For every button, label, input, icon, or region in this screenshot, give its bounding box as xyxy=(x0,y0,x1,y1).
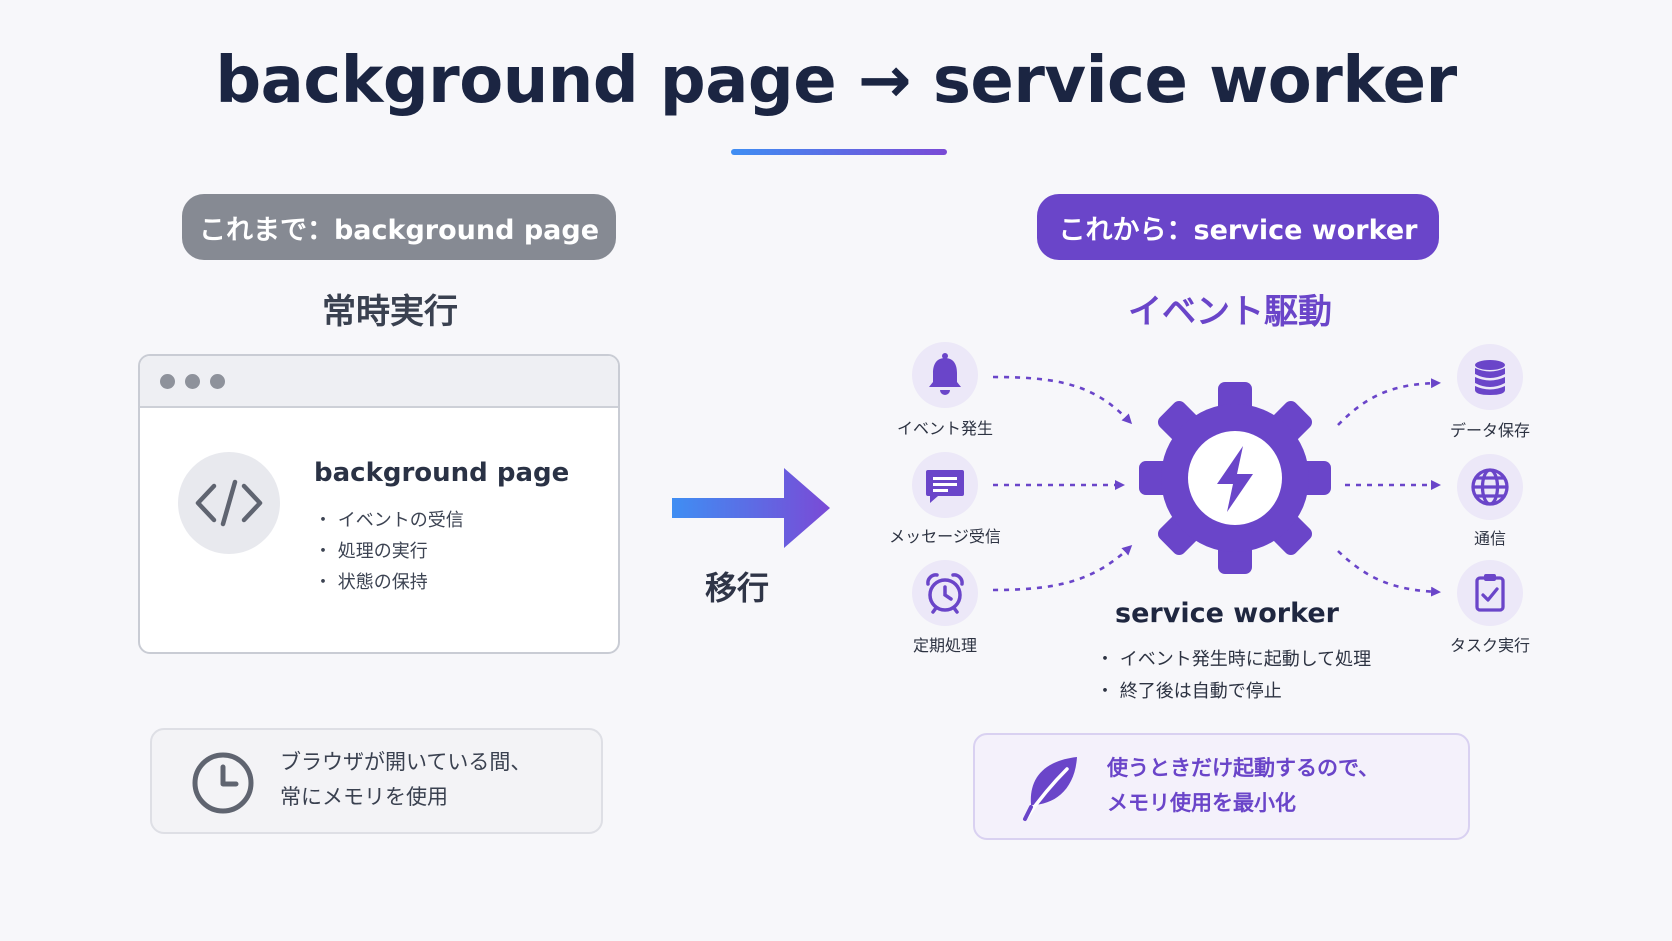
service-worker-item: ・ イベント発生時に起動して処理 xyxy=(1096,649,1372,670)
message-icon xyxy=(912,452,978,518)
bell-icon xyxy=(912,342,978,408)
alarm-clock-icon xyxy=(912,560,978,626)
database-icon xyxy=(1457,344,1523,410)
leaf-icon xyxy=(1023,757,1077,821)
trigger-label: メッセージ受信 xyxy=(889,527,1001,546)
service-worker-title: service worker xyxy=(1115,598,1339,629)
output-label: タスク実行 xyxy=(1449,636,1530,655)
before-note-line: ブラウザが開いている間、 xyxy=(280,750,532,774)
after-note-line: メモリ使用を最小化 xyxy=(1107,791,1296,815)
output-label: データ保存 xyxy=(1449,421,1530,440)
after-note: 使うときだけ起動するので、 メモリ使用を最小化 xyxy=(973,733,1470,840)
before-note-line: 常にメモリを使用 xyxy=(280,785,448,809)
service-worker-item: ・ 終了後は自動で停止 xyxy=(1096,681,1282,702)
trigger-label: イベント発生 xyxy=(896,419,993,438)
clock-icon xyxy=(192,752,254,814)
trigger-label: 定期処理 xyxy=(912,636,977,655)
after-note-line: 使うときだけ起動するので、 xyxy=(1107,756,1380,780)
globe-icon xyxy=(1457,454,1523,520)
output-label: 通信 xyxy=(1473,529,1506,548)
before-note: ブラウザが開いている間、 常にメモリを使用 xyxy=(150,728,603,834)
gear-lightning-icon xyxy=(1139,382,1331,574)
clipboard-check-icon xyxy=(1457,560,1523,626)
